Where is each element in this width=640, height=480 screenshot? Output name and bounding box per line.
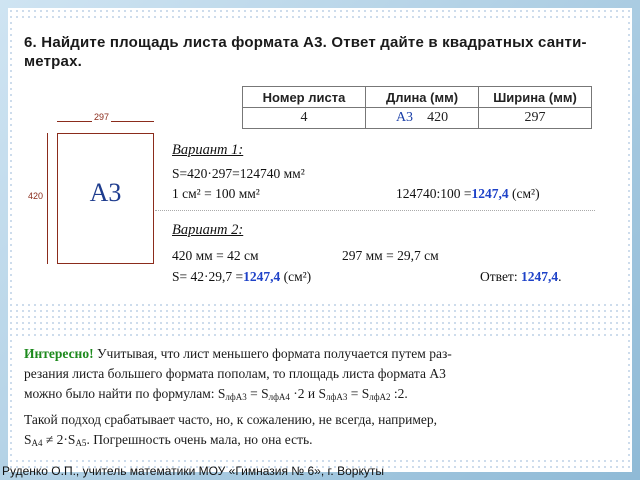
answer-period: .	[558, 269, 562, 284]
cell-sheet-number: 4	[242, 107, 366, 129]
note-line4: Такой подход срабатывает часто, но, к со…	[24, 412, 438, 427]
f1-sub: лфА3	[225, 392, 247, 402]
note-end: . Погрешность очень мала, но она есть.	[86, 432, 313, 447]
variant2-calc: S= 42·29,7 =1247,4 (см²)	[172, 269, 311, 285]
length-value: 420	[427, 110, 449, 125]
problem-text-line2: метрах.	[24, 52, 83, 70]
variant2-result: 1247,4	[243, 269, 281, 284]
variant1-calc-expr: 124740:100 =	[396, 186, 472, 201]
note-line2: резания листа большего формата пополам, …	[24, 366, 446, 381]
f1-mid: = S	[246, 386, 269, 401]
answer-value: 1247,4	[520, 269, 559, 284]
neq-text: ≠ 2·S	[42, 432, 76, 447]
note-line1: Интересно! Учитывая, что лист меньшего ф…	[24, 346, 622, 362]
width-dimension-label: 297	[92, 112, 112, 122]
cell-length: А3 420	[365, 107, 479, 129]
divider	[155, 210, 595, 211]
variant2-calc-expr: S= 42·29,7 =	[172, 269, 244, 284]
format-table: Номер листа Длина (мм) Ширина (мм) 4 А3 4…	[242, 86, 592, 129]
a3-tag: А3	[395, 110, 414, 125]
problem-number: 6.	[24, 34, 37, 51]
variant1-line1: S=420·297=124740 мм²	[172, 166, 305, 181]
s-a4-sub: А4	[31, 438, 43, 448]
header-length: Длина (мм)	[365, 86, 479, 108]
cell-width: 297	[478, 107, 592, 129]
variant1-result: 1247,4	[471, 186, 509, 201]
answer-label: Ответ:	[480, 269, 518, 284]
sheet-label: А3	[89, 178, 122, 207]
note-line5: SА4 ≠ 2·SА5. Погрешность очень мала, но …	[24, 432, 622, 448]
variant2-title: Вариант 2:	[172, 222, 244, 238]
f2-sub2: лфА2	[369, 392, 391, 402]
f2-end: :2.	[390, 386, 408, 401]
answer: Ответ: 1247,4.	[480, 269, 561, 285]
table-row: 4 А3 420 297	[242, 107, 592, 129]
variant2-width-conv: 297 мм = 29,7 см	[342, 248, 439, 263]
height-dimension-label: 420	[28, 191, 44, 201]
f2-sub: лфА3	[326, 392, 348, 402]
table-header-row: Номер листа Длина (мм) Ширина (мм)	[242, 86, 592, 108]
height-dimension-line	[47, 133, 48, 264]
note-text1: Учитывая, что лист меньшего формата полу…	[93, 346, 452, 361]
header-width: Ширина (мм)	[478, 86, 592, 108]
f1-sub2: лфА4	[268, 392, 290, 402]
header-sheet-number: Номер листа	[242, 86, 366, 108]
problem-text: Найдите площадь листа формата А3. Ответ …	[41, 34, 587, 51]
variant1-conversion: 1 см² = 100 мм²	[172, 186, 260, 201]
a3-sheet-drawing: А3	[57, 133, 154, 264]
note-label: Интересно!	[24, 346, 94, 361]
variant2-length-conv: 420 мм = 42 см	[172, 248, 259, 263]
variant1-unit: (см²)	[512, 186, 540, 201]
variant1-calc: 124740:100 =1247,4 (см²)	[396, 186, 540, 202]
s-a5-sub: А5	[75, 438, 87, 448]
variant1-title: Вариант 1:	[172, 142, 244, 158]
f2-mid: = S	[347, 386, 370, 401]
formula-intro: можно было найти по формулам: S	[24, 386, 226, 401]
s-a4: S	[24, 432, 32, 447]
note-formulas: можно было найти по формулам: SлфА3 = Sл…	[24, 386, 622, 402]
variant2-unit: (см²)	[283, 269, 312, 284]
author-footer: Руденко О.П., учитель математики МОУ «Ги…	[2, 464, 384, 478]
problem-title: 6. Найдите площадь листа формата А3. Отв…	[24, 34, 619, 72]
f1-end: ·2 и S	[289, 386, 327, 401]
